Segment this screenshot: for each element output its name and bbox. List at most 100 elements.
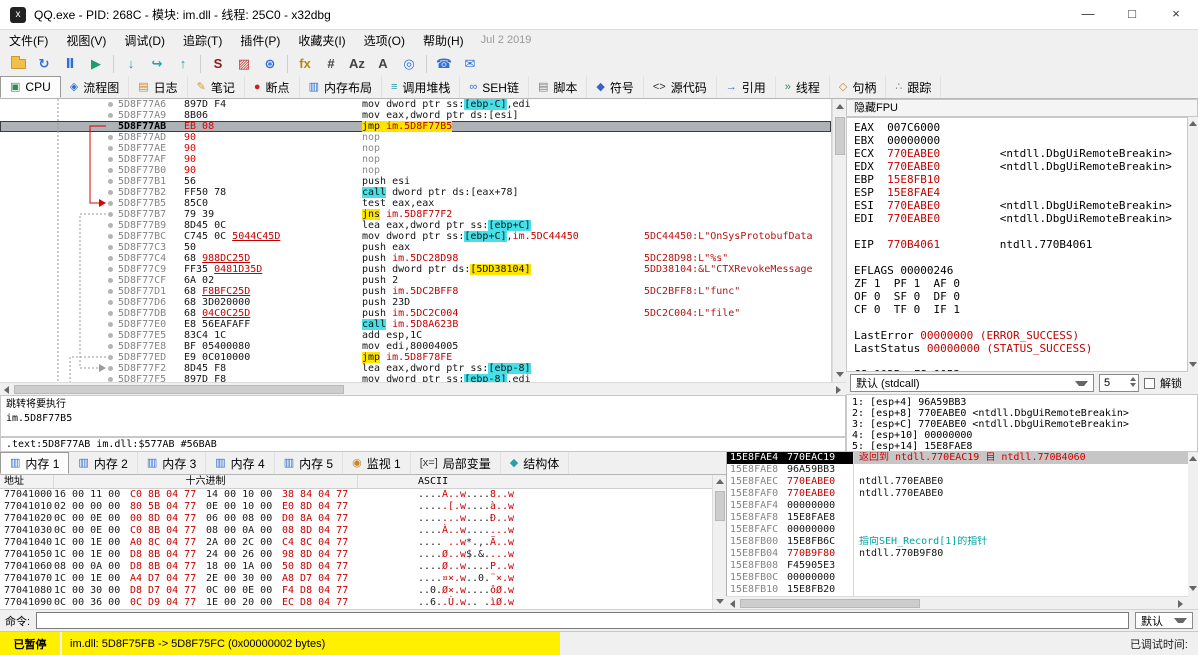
command-input[interactable] <box>36 612 1129 629</box>
stack-row[interactable]: 15E8FAF4 00000000 <box>727 500 1188 512</box>
tab-locals[interactable]: [x=] 局部变量 <box>411 452 501 474</box>
tab-cpu[interactable]: ▣ CPU <box>0 76 61 98</box>
disasm-row[interactable]: 5D8F77E5 83C4 1C add esp,1C <box>0 330 831 341</box>
disasm-row[interactable]: 5D8F77AE 90 nop <box>0 143 831 154</box>
calculator-button[interactable]: # <box>319 53 343 75</box>
breakpoint-dot[interactable] <box>108 168 113 173</box>
scylla-button[interactable]: S <box>206 53 230 75</box>
stack-row[interactable]: 15E8FB0C 00000000 <box>727 572 1188 584</box>
register-line[interactable] <box>854 225 1187 238</box>
spinner-up-icon[interactable] <box>1130 377 1136 381</box>
search-button[interactable]: ◎ <box>397 53 421 75</box>
tab-seh[interactable]: ∞ SEH链 <box>460 76 529 98</box>
argument-count-spinner[interactable]: 5 <box>1099 374 1139 392</box>
breakpoint-dot[interactable] <box>108 223 113 228</box>
register-line[interactable]: EDX 770EABE0 <ntdll.DbgUiRemoteBreakin> <box>854 160 1187 173</box>
dump-row[interactable]: 77041000 16 00 11 00 C0 8B 04 77 14 00 10 0… <box>0 489 712 501</box>
tab-trace[interactable]: ∴ 跟踪 <box>886 76 942 98</box>
tab-threads[interactable]: » 线程 <box>776 76 830 98</box>
tab-symbols[interactable]: ◆ 符号 <box>587 76 644 98</box>
menu-plugins[interactable]: 插件(P) <box>231 30 289 51</box>
register-line[interactable]: OF 0 SF 0 DF 0 <box>854 290 1187 303</box>
register-line[interactable]: EBP 15E8FB10 <box>854 173 1187 186</box>
register-line[interactable]: ECX 770EABE0 <ntdll.DbgUiRemoteBreakin> <box>854 147 1187 160</box>
command-profile-select[interactable]: 默认 <box>1135 612 1193 629</box>
disasm-row[interactable]: 5D8F77F2 8D45 F8 lea eax,dword ptr ss:[ebp… <box>0 363 831 374</box>
breakpoint-dot[interactable] <box>108 366 113 371</box>
tab-struct[interactable]: ◆ 结构体 <box>501 452 570 474</box>
breakpoint-gutter[interactable] <box>0 363 118 374</box>
breakpoint-dot[interactable] <box>108 278 113 283</box>
restart-button[interactable]: ↻ <box>32 53 56 75</box>
breakpoint-dot[interactable] <box>108 300 113 305</box>
tab-memory-map[interactable]: ▥ 内存布局 <box>300 76 382 98</box>
breakpoint-gutter[interactable] <box>0 264 118 275</box>
disasm-hscrollbar[interactable] <box>0 382 846 395</box>
breakpoint-dot[interactable] <box>108 245 113 250</box>
execute-till-return-button[interactable]: ↑ <box>171 53 195 75</box>
breakpoint-dot[interactable] <box>108 113 113 118</box>
tab-dump-5[interactable]: ▥ 内存 5 <box>275 452 344 474</box>
disasm-row[interactable]: 5D8F77F5 897D F8 mov dword ptr ss:[ebp-8],… <box>0 374 831 382</box>
scroll-up-icon[interactable] <box>1189 456 1197 461</box>
breakpoint-gutter[interactable] <box>0 132 118 143</box>
register-line[interactable]: LastError 00000000 (ERROR_SUCCESS) <box>854 329 1187 342</box>
breakpoint-dot[interactable] <box>108 234 113 239</box>
disasm-row[interactable]: 5D8F77C3 50 push eax <box>0 242 831 253</box>
scroll-right-icon[interactable] <box>1178 600 1183 608</box>
spinner-down-icon[interactable] <box>1130 383 1136 387</box>
disasm-row[interactable]: 5D8F77E8 BF 05400080 mov edi,80004005 <box>0 341 831 352</box>
dump-row[interactable]: 77041040 1C 00 1E 00 A0 8C 04 77 2A 00 2C 0… <box>0 537 712 549</box>
breakpoint-gutter[interactable] <box>0 220 118 231</box>
register-line[interactable]: EAX 007C6000 <box>854 121 1187 134</box>
disasm-row[interactable]: 5D8F77AF 90 nop <box>0 154 831 165</box>
settings-button[interactable]: ⊛ <box>258 53 282 75</box>
dump-row[interactable]: 77041060 08 00 0A 00 D8 8B 04 77 18 00 1A 0… <box>0 561 712 573</box>
register-line[interactable] <box>854 355 1187 368</box>
stack-row[interactable]: 15E8FB10 15E8FB20 <box>727 584 1188 596</box>
hide-fpu-button[interactable]: 隐藏FPU <box>846 99 1198 117</box>
tab-dump-3[interactable]: ▥ 内存 3 <box>138 452 207 474</box>
disasm-vscrollbar[interactable] <box>832 99 846 382</box>
register-line[interactable]: EIP 770B4061 ntdll.770B4061 <box>854 238 1187 251</box>
disasm-row[interactable]: 5D8F77B7 79 39 jns im.5D8F77F2 <box>0 209 831 220</box>
breakpoint-dot[interactable] <box>108 146 113 151</box>
report-bug-button[interactable]: ☎ <box>432 53 456 75</box>
dump-row[interactable]: 77041070 1C 00 1E 00 A4 D7 04 77 2E 00 30 0… <box>0 573 712 585</box>
disasm-row[interactable]: 5D8F77A9 8B06 mov eax,dword ptr ds:[esi] <box>0 110 831 121</box>
stack-hscroll-thumb[interactable] <box>740 599 920 608</box>
disasm-row[interactable]: 5D8F77B0 90 nop <box>0 165 831 176</box>
about-button[interactable]: ✉ <box>458 53 482 75</box>
scroll-left-icon[interactable] <box>730 600 735 608</box>
tab-graph[interactable]: ◈ 流程图 <box>61 76 130 98</box>
strings-button[interactable]: Az <box>345 53 369 75</box>
scroll-up-icon[interactable] <box>716 479 724 484</box>
minimize-button[interactable]: — <box>1066 0 1110 30</box>
stack-row[interactable]: 15E8FAE4 770EAC19 返回到 ntdll.770EAC19 自 ntd… <box>727 452 1188 464</box>
tab-call-stack[interactable]: ≡ 调用堆栈 <box>382 76 461 98</box>
breakpoint-dot[interactable] <box>108 289 113 294</box>
breakpoint-dot[interactable] <box>108 135 113 140</box>
stack-row[interactable]: 15E8FAF0 770EABE0 ntdll.770EABE0 <box>727 488 1188 500</box>
breakpoint-dot[interactable] <box>108 179 113 184</box>
disasm-row[interactable]: 5D8F77B9 8D45 0C lea eax,dword ptr ss:[ebp… <box>0 220 831 231</box>
tab-log[interactable]: ▤ 日志 <box>129 76 188 98</box>
disasm-row[interactable]: 5D8F77BC C745 0C 5044C45D mov dword ptr ss… <box>0 231 831 242</box>
breakpoint-gutter[interactable] <box>0 319 118 330</box>
breakpoint-dot[interactable] <box>108 322 113 327</box>
tab-notes[interactable]: ✎ 笔记 <box>188 76 245 98</box>
disasm-row[interactable]: 5D8F77E0 E8 56EAFAFF call im.5D8A623B <box>0 319 831 330</box>
dump-row[interactable]: 77041010 02 00 00 00 80 5B 04 77 0E 00 10 0… <box>0 501 712 513</box>
disasm-vscroll-thumb[interactable] <box>835 117 845 155</box>
stack-argument-line[interactable]: 1: [esp+4] 96A59BB3 <box>852 397 1192 408</box>
stack-row[interactable]: 15E8FB08 F45905E3 <box>727 560 1188 572</box>
breakpoint-dot[interactable] <box>108 212 113 217</box>
dump-row[interactable]: 77041090 0C 00 36 00 0C D9 04 77 1E 00 20 0… <box>0 597 712 609</box>
breakpoint-dot[interactable] <box>108 190 113 195</box>
breakpoint-dot[interactable] <box>108 124 113 129</box>
stack-argument-line[interactable]: 3: [esp+C] 770EABE0 <ntdll.DbgUiRemoteBr… <box>852 419 1192 430</box>
patches-button[interactable]: ▨ <box>232 53 256 75</box>
disasm-row[interactable]: 5D8F77ED E9 0C010000 jmp im.5D8F78FE <box>0 352 831 363</box>
run-button[interactable]: ▶ <box>84 53 108 75</box>
disasm-row[interactable]: 5D8F77A6 897D F4 mov dword ptr ss:[ebp-C],… <box>0 99 831 110</box>
